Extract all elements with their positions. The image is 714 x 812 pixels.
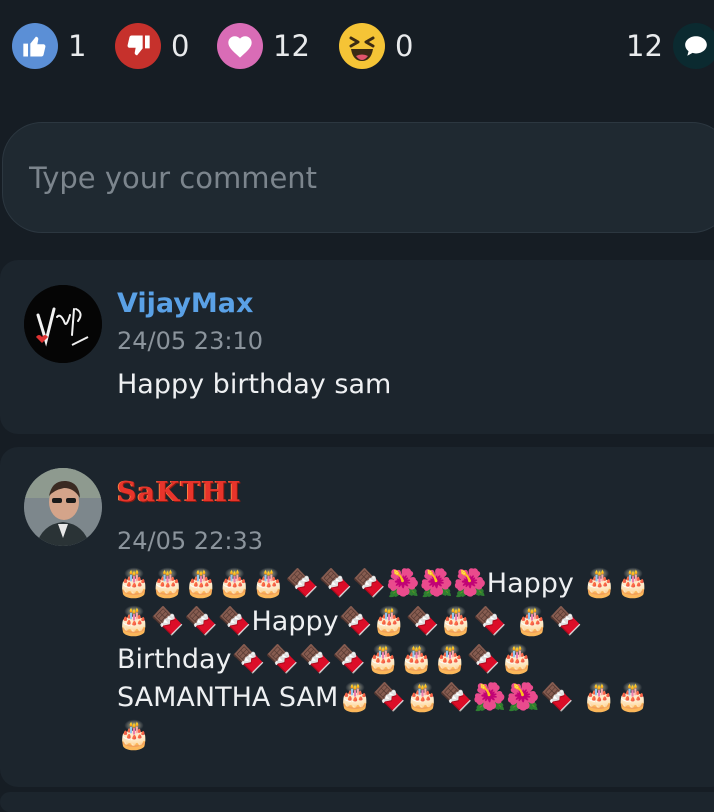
comments-count-value: 12: [626, 29, 663, 63]
thumbs-down-icon: [115, 23, 161, 69]
laugh-reaction[interactable]: 0: [339, 23, 414, 69]
reactions-bar: 1 0 12 0 12: [0, 0, 714, 95]
comment-timestamp: 24/05 22:33: [117, 527, 263, 555]
laughing-face-icon: [339, 23, 385, 69]
dislike-count: 0: [171, 29, 190, 63]
comments-count[interactable]: 12: [626, 23, 714, 69]
speech-bubble-icon: [672, 23, 714, 69]
comment-input[interactable]: [2, 122, 714, 233]
comment-username[interactable]: SaKTHI: [117, 477, 242, 508]
comment-card: SaKTHI 24/05 22:33 🎂🎂🎂🎂🎂🍫🍫🍫🌺🌺🌺Happy 🎂🎂🎂🍫…: [0, 447, 714, 787]
comment-card: VijayMax 24/05 23:10 Happy birthday sam: [0, 260, 714, 434]
avatar[interactable]: [24, 468, 102, 546]
next-comment-card: [0, 792, 714, 812]
heart-icon: [217, 23, 263, 69]
like-count: 1: [68, 29, 87, 63]
love-count: 12: [273, 29, 310, 63]
comment-text: 🎂🎂🎂🎂🎂🍫🍫🍫🌺🌺🌺Happy 🎂🎂🎂🍫🍫🍫Happy🍫🎂🍫🎂🍫 🎂🍫Birt…: [117, 568, 650, 751]
dislike-reaction[interactable]: 0: [115, 23, 190, 69]
comment-timestamp: 24/05 23:10: [117, 327, 263, 355]
avatar[interactable]: [24, 285, 102, 363]
comment-text: Happy birthday sam: [117, 369, 392, 400]
thumbs-up-icon: [12, 23, 58, 69]
laugh-count: 0: [395, 29, 414, 63]
like-reaction[interactable]: 1: [12, 23, 87, 69]
love-reaction[interactable]: 12: [217, 23, 310, 69]
comment-username[interactable]: VijayMax: [117, 288, 253, 319]
